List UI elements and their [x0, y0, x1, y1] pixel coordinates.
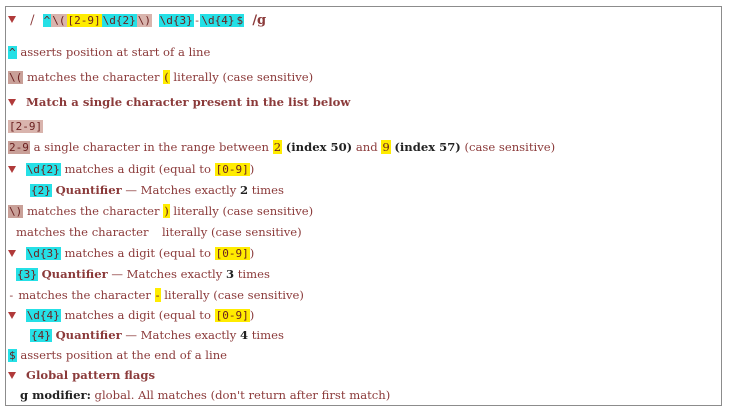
- rparen-char: ): [163, 204, 170, 218]
- quantifier3-label: Quantifier: [41, 267, 108, 281]
- rparen-text-b: literally (case sensitive): [173, 204, 314, 218]
- quantifier2-text-b: times: [251, 183, 284, 197]
- regex-token-escaped-close-paren[interactable]: \): [136, 14, 153, 27]
- explain-digit4-row: \d{4} matches a digit (equal to [0-9]): [8, 306, 254, 324]
- digit4-token[interactable]: \d{4}: [25, 309, 61, 322]
- lparen-text-a: matches the character: [26, 70, 160, 84]
- quantifier4-text-a: — Matches exactly: [125, 328, 237, 342]
- quantifier3-token[interactable]: {3}: [16, 268, 38, 281]
- g-modifier-label: g modifier:: [20, 388, 91, 402]
- caret-token[interactable]: ^: [8, 46, 17, 59]
- quantifier4-token[interactable]: {4}: [30, 329, 52, 342]
- explain-caret-row: ^ asserts position at start of a line: [8, 43, 210, 61]
- regex-token-digit-4[interactable]: \d{4}: [200, 14, 236, 27]
- quantifier4-label: Quantifier: [55, 328, 122, 342]
- explain-dollar-row: $ asserts position at the end of a line: [8, 346, 227, 364]
- dollar-text: asserts position at the end of a line: [20, 348, 228, 362]
- range-text-b: (case sensitive): [464, 140, 556, 154]
- regex-token-space[interactable]: [152, 14, 159, 27]
- char-set-token-row: [2-9]: [8, 117, 44, 135]
- regex-delimiter-open: /: [30, 13, 35, 28]
- quantifier3-num: 3: [226, 267, 235, 281]
- regex-token-caret[interactable]: ^: [42, 14, 52, 27]
- quantifier2-token[interactable]: {2}: [30, 184, 52, 197]
- digit4-class: [0-9]: [214, 309, 250, 322]
- collapse-digit3-icon[interactable]: [8, 249, 16, 257]
- digit4-close: ): [249, 308, 255, 322]
- regex-token-escaped-open-paren[interactable]: \(: [51, 14, 67, 27]
- explanation-panel: / ^ \([2-9] \d{2} \) \d{3}-\d{4} $ /g ^ asse…: [5, 6, 722, 406]
- dash-token[interactable]: -: [8, 289, 15, 302]
- dollar-token[interactable]: $: [8, 349, 17, 362]
- collapse-set-icon[interactable]: [8, 98, 16, 106]
- range-token[interactable]: 2-9: [8, 141, 30, 154]
- digit3-text: matches a digit (equal to: [64, 246, 211, 260]
- explain-quantifier3-row: {3} Quantifier — Matches exactly 3 times: [16, 265, 270, 283]
- regex-token-digit-2[interactable]: \d{2}: [101, 14, 137, 27]
- dash-text-b: literally (case sensitive): [164, 288, 304, 302]
- digit2-token[interactable]: \d{2}: [25, 163, 61, 176]
- caret-description: asserts position at start of a line: [20, 45, 211, 59]
- digit3-class: [0-9]: [214, 247, 250, 260]
- char-set-token[interactable]: [2-9]: [8, 120, 44, 133]
- quantifier3-text-b: times: [237, 267, 270, 281]
- explain-g-flag-row: g modifier: global. All matches (don't r…: [20, 386, 390, 404]
- quantifier4-text-b: times: [251, 328, 284, 342]
- lparen-text-b: literally (case sensitive): [173, 70, 314, 84]
- rparen-text-a: matches the character: [26, 204, 160, 218]
- collapse-flags-icon[interactable]: [8, 371, 16, 379]
- quantifier4-num: 4: [240, 328, 249, 342]
- flags-heading-row: Global pattern flags: [8, 366, 155, 384]
- digit2-class: [0-9]: [214, 163, 250, 176]
- explain-rparen-row: \) matches the character ) literally (ca…: [8, 202, 313, 220]
- digit2-text: matches a digit (equal to: [64, 162, 211, 176]
- range-low-index: (index 50): [285, 140, 353, 154]
- digit3-token[interactable]: \d{3}: [25, 247, 61, 260]
- collapse-toggle-icon[interactable]: [8, 16, 16, 23]
- explain-dash-row: - matches the character - literally (cas…: [8, 286, 304, 304]
- explain-digit2-row: \d{2} matches a digit (equal to [0-9]): [8, 160, 254, 178]
- explain-quantifier4-row: {4} Quantifier — Matches exactly 4 times: [30, 326, 284, 344]
- char-set-heading: Match a single character present in the …: [26, 95, 351, 109]
- explain-range-row: 2-9 a single character in the range betw…: [8, 138, 555, 156]
- explain-digit3-row: \d{3} matches a digit (equal to [0-9]): [8, 244, 254, 262]
- range-text-a: a single character in the range between: [33, 140, 270, 154]
- collapse-digit2-icon[interactable]: [8, 165, 16, 173]
- explain-space-row: matches the character literally (case se…: [16, 223, 302, 241]
- digit4-text: matches a digit (equal to: [64, 308, 211, 322]
- dash-char: -: [154, 288, 161, 302]
- quantifier2-num: 2: [240, 183, 249, 197]
- space-text-b: literally (case sensitive): [161, 225, 302, 239]
- regex-token-digit-3[interactable]: \d{3}: [158, 14, 194, 27]
- char-set-heading-row: Match a single character present in the …: [8, 93, 350, 111]
- regex-delimiter-close: /g: [252, 13, 267, 28]
- explain-quantifier2-row: {2} Quantifier — Matches exactly 2 times: [30, 181, 284, 199]
- collapse-digit4-icon[interactable]: [8, 311, 16, 319]
- regex-token-dollar[interactable]: $: [235, 14, 245, 27]
- quantifier2-label: Quantifier: [55, 183, 122, 197]
- space-text-a: matches the character: [16, 225, 149, 239]
- quantifier2-text-a: — Matches exactly: [125, 183, 237, 197]
- range-high-char: 9: [381, 140, 391, 154]
- range-and: and: [355, 140, 378, 154]
- regex-header: / ^ \([2-9] \d{2} \) \d{3}-\d{4} $ /g: [8, 12, 266, 30]
- rparen-token[interactable]: \): [8, 205, 24, 218]
- lparen-token[interactable]: \(: [8, 71, 24, 84]
- lparen-char: (: [163, 70, 170, 84]
- explain-lparen-row: \( matches the character ( literally (ca…: [8, 68, 313, 86]
- dash-text-a: matches the character: [18, 288, 151, 302]
- regex-token-char-class[interactable]: [2-9]: [66, 14, 102, 27]
- range-high-index: (index 57): [394, 140, 461, 154]
- flags-heading: Global pattern flags: [26, 368, 155, 382]
- g-modifier-text: global. All matches (don't return after …: [94, 388, 391, 402]
- digit3-close: ): [249, 246, 255, 260]
- range-low-char: 2: [272, 140, 283, 154]
- digit2-close: ): [249, 162, 255, 176]
- quantifier3-text-a: — Matches exactly: [111, 267, 223, 281]
